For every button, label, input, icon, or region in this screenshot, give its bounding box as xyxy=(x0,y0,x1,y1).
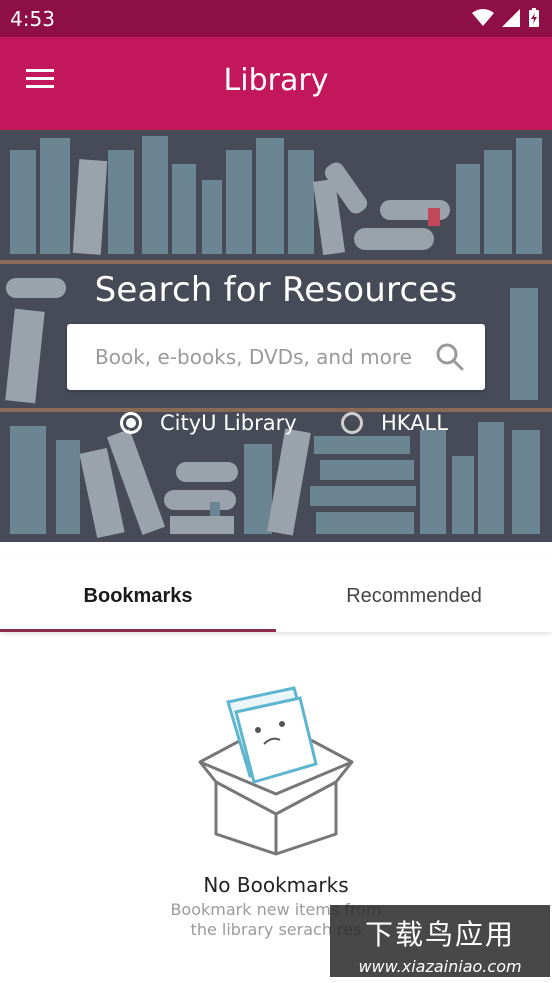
tab-label: Bookmarks xyxy=(83,584,193,607)
empty-box-book-icon xyxy=(198,686,354,856)
tab-bar: Bookmarks Recommended xyxy=(0,560,552,632)
page-title: Library xyxy=(223,63,329,98)
tab-indicator xyxy=(0,629,276,632)
battery-icon xyxy=(529,8,539,27)
radio-cityu-library[interactable]: CityU Library xyxy=(120,407,297,439)
tab-label: Recommended xyxy=(346,584,482,607)
watermark-text: 下载鸟应用 xyxy=(364,918,515,951)
search-button[interactable] xyxy=(435,342,465,372)
radio-selected-icon xyxy=(120,412,142,434)
watermark: 下载鸟应用 www.xiazainiao.com xyxy=(330,905,550,977)
empty-state-title: No Bookmarks xyxy=(203,873,349,897)
radio-label-cityu: CityU Library xyxy=(160,411,297,435)
wifi-icon xyxy=(472,9,494,26)
status-icons xyxy=(472,8,540,28)
search-box xyxy=(67,324,485,390)
search-hero: Search for Resources CityU Library HKALL xyxy=(0,130,552,542)
status-time: 4:53 xyxy=(10,7,55,31)
tab-bookmarks[interactable]: Bookmarks xyxy=(0,560,276,632)
radio-hkall[interactable]: HKALL xyxy=(341,407,448,439)
search-input[interactable] xyxy=(95,324,415,390)
tab-recommended[interactable]: Recommended xyxy=(276,560,552,632)
search-icon xyxy=(436,343,464,371)
app-bar: Library xyxy=(0,37,552,130)
status-bar: 4:53 xyxy=(0,0,552,37)
hero-title: Search for Resources xyxy=(94,270,458,310)
signal-icon xyxy=(502,9,520,27)
radio-label-hkall: HKALL xyxy=(381,411,448,435)
radio-unselected-icon xyxy=(341,412,363,434)
watermark-url: www.xiazainiao.com xyxy=(358,957,522,976)
